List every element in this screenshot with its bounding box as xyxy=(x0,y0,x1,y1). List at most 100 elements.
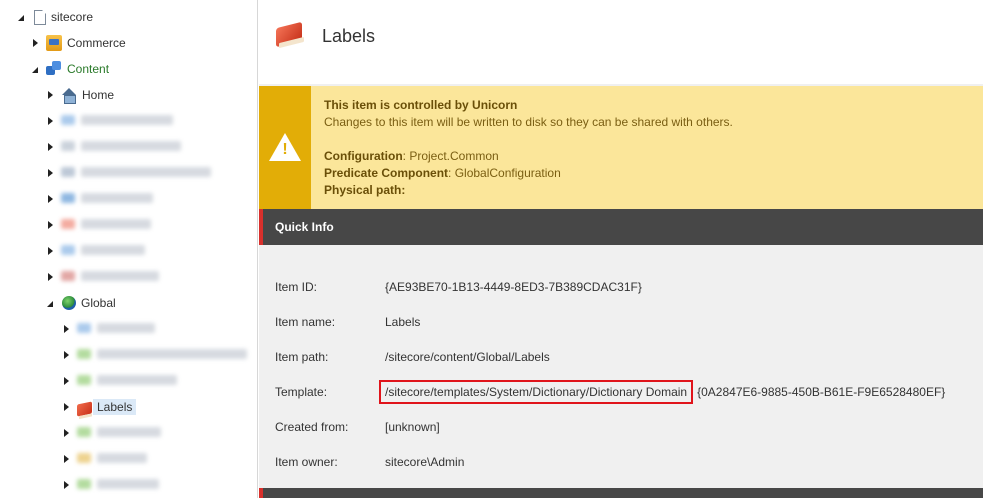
item-id-label: Item ID: xyxy=(275,280,318,294)
page-title: Labels xyxy=(322,26,376,46)
physical-path-label: Physical path: xyxy=(324,183,406,197)
item-id-row: Item ID: {AE93BE70-1B13-4449-8ED3-7B389C… xyxy=(275,277,642,297)
created-from-row: Created from: [unknown] xyxy=(275,417,440,437)
template-path-link[interactable]: /sitecore/templates/System/Dictionary/Di… xyxy=(379,380,694,404)
tree-node-blurred[interactable] xyxy=(61,449,147,469)
tree-node-blurred[interactable] xyxy=(61,423,161,443)
collapse-arrow-icon[interactable] xyxy=(61,376,71,386)
tree-node-blurred[interactable] xyxy=(45,163,211,183)
blurred-node-label xyxy=(61,140,181,154)
expand-arrow-icon[interactable] xyxy=(16,12,26,22)
template-label: Template: xyxy=(275,385,328,399)
configuration-value: Project.Common xyxy=(409,149,499,163)
blurred-node-label xyxy=(77,452,147,466)
blurred-node-label xyxy=(61,114,173,128)
section-accent xyxy=(259,488,263,498)
tree-node-blurred[interactable] xyxy=(61,371,177,391)
blurred-node-label xyxy=(61,270,159,284)
item-editor: Labels ! This item is controlled by Unic… xyxy=(259,0,983,498)
collapse-arrow-icon[interactable] xyxy=(45,220,55,230)
collapse-arrow-icon[interactable] xyxy=(61,350,71,360)
blurred-node-label xyxy=(77,322,155,336)
tree-node-blurred[interactable] xyxy=(45,267,159,287)
tree-node-label: Content xyxy=(67,62,110,76)
template-row: Template: /sitecore/templates/System/Dic… xyxy=(275,380,945,404)
tree-node-label: Labels xyxy=(93,399,137,415)
tree-node-labels[interactable]: Labels xyxy=(61,397,137,417)
item-owner-value[interactable]: sitecore\Admin xyxy=(385,455,464,469)
warning-heading: This item is controlled by Unicorn xyxy=(324,98,518,112)
item-path-label: Item path: xyxy=(275,350,329,364)
collapse-arrow-icon[interactable] xyxy=(61,402,71,412)
collapse-arrow-icon[interactable] xyxy=(61,480,71,490)
collapse-arrow-icon[interactable] xyxy=(30,38,40,48)
unicorn-warning: ! This item is controlled by Unicorn Cha… xyxy=(259,86,983,209)
item-path-row: Item path: /sitecore/content/Global/Labe… xyxy=(275,347,550,367)
tree-node-label: Home xyxy=(82,88,115,102)
blurred-node-label xyxy=(61,218,151,232)
item-owner-row: Item owner: sitecore\Admin xyxy=(275,452,464,472)
home-icon xyxy=(61,87,77,104)
item-header: Labels xyxy=(259,0,983,84)
item-name-value[interactable]: Labels xyxy=(385,315,420,329)
collapse-arrow-icon[interactable] xyxy=(45,90,55,100)
collapse-arrow-icon[interactable] xyxy=(45,246,55,256)
tree-node-label: sitecore xyxy=(51,10,94,24)
tree-node-label: Commerce xyxy=(67,36,126,50)
expand-arrow-icon[interactable] xyxy=(45,298,55,308)
page-icon xyxy=(34,9,46,25)
next-section-header[interactable] xyxy=(259,488,983,498)
created-from-label: Created from: xyxy=(275,420,349,434)
section-accent xyxy=(259,209,263,245)
item-name-label: Item name: xyxy=(275,315,336,329)
predicate-value: GlobalConfiguration xyxy=(454,166,561,180)
item-path-value[interactable]: /sitecore/content/Global/Labels xyxy=(385,350,550,364)
book-icon xyxy=(77,401,92,417)
warning-icon: ! xyxy=(269,133,301,161)
tree-node-blurred[interactable] xyxy=(45,111,173,131)
collapse-arrow-icon[interactable] xyxy=(61,454,71,464)
created-from-value[interactable]: [unknown] xyxy=(385,420,440,434)
item-owner-label: Item owner: xyxy=(275,455,338,469)
tree-node-blurred[interactable] xyxy=(45,189,153,209)
tree-node-label: Global xyxy=(81,296,116,310)
blurred-node-label xyxy=(77,478,159,492)
warning-text: This item is controlled by Unicorn Chang… xyxy=(324,98,733,197)
collapse-arrow-icon[interactable] xyxy=(45,272,55,282)
configuration-label: Configuration xyxy=(324,149,403,163)
tree-node-blurred[interactable] xyxy=(45,241,145,261)
warning-message: Changes to this item will be written to … xyxy=(324,115,733,129)
blurred-node-label xyxy=(61,192,153,206)
collapse-arrow-icon[interactable] xyxy=(61,428,71,438)
content-tree: sitecore Commerce Content Home Global La… xyxy=(0,0,258,498)
template-id-value[interactable]: {0A2847E6-9885-450B-B61E-F9E6528480EF} xyxy=(697,385,945,399)
expand-arrow-icon[interactable] xyxy=(30,64,40,74)
quick-info-header[interactable]: Quick Info xyxy=(259,209,983,245)
tree-node-content[interactable]: Content xyxy=(30,59,109,79)
tree-node-global[interactable]: Global xyxy=(45,293,116,313)
blurred-node-label xyxy=(77,426,161,440)
collapse-arrow-icon[interactable] xyxy=(45,168,55,178)
tree-node-blurred[interactable] xyxy=(61,319,155,339)
item-id-value[interactable]: {AE93BE70-1B13-4449-8ED3-7B389CDAC31F} xyxy=(385,280,642,294)
tree-node-blurred[interactable] xyxy=(45,215,151,235)
content-icon xyxy=(46,61,62,77)
tree-node-commerce[interactable]: Commerce xyxy=(30,33,126,53)
blurred-node-label xyxy=(77,348,247,362)
tree-node-blurred[interactable] xyxy=(61,345,247,365)
collapse-arrow-icon[interactable] xyxy=(61,324,71,334)
collapse-arrow-icon[interactable] xyxy=(45,116,55,126)
tree-node-sitecore[interactable]: sitecore xyxy=(16,7,93,27)
blurred-node-label xyxy=(77,374,177,388)
blurred-node-label xyxy=(61,166,211,180)
quick-info-title: Quick Info xyxy=(275,220,334,234)
collapse-arrow-icon[interactable] xyxy=(45,194,55,204)
tree-node-blurred[interactable] xyxy=(61,475,159,495)
globe-icon xyxy=(62,296,76,310)
item-name-row: Item name: Labels xyxy=(275,312,420,332)
blurred-node-label xyxy=(61,244,145,258)
commerce-icon xyxy=(46,35,62,51)
collapse-arrow-icon[interactable] xyxy=(45,142,55,152)
tree-node-blurred[interactable] xyxy=(45,137,181,157)
tree-node-home[interactable]: Home xyxy=(45,85,114,105)
